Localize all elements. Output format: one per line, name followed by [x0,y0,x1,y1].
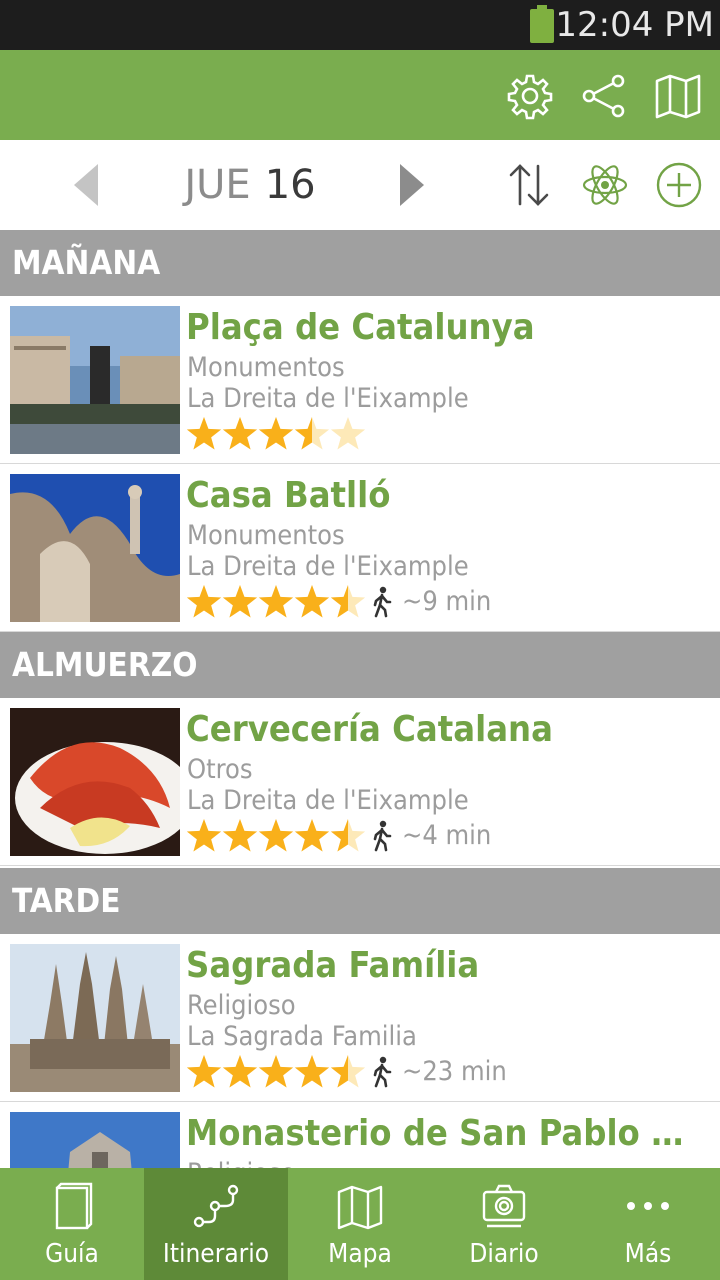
star-filled-icon [222,585,258,618]
star-filled-icon [258,585,294,618]
action-bar [0,50,720,140]
star-empty-icon [330,417,366,450]
share-icon[interactable] [580,72,628,120]
nav-label: Guía [45,1239,99,1269]
map-icon [337,1185,383,1230]
place-category: Religioso [187,990,296,1021]
more-icon [627,1202,669,1210]
star-filled-icon [186,1055,222,1088]
section-header: TARDE [0,868,720,934]
place-title: Monasterio de San Pablo del... [186,1113,706,1154]
section-header: ALMUERZO [0,632,720,698]
date-day: 16 [264,162,316,208]
place-title: Plaça de Catalunya [186,307,535,348]
nav-itinerario[interactable]: Itinerario [144,1168,288,1280]
place-category: Monumentos [187,520,345,551]
status-time: 12:04 PM [555,5,714,45]
chevron-left-icon[interactable] [72,164,102,206]
place-photo [10,474,180,622]
place-category: Monumentos [187,352,345,383]
star-filled-icon [186,417,222,450]
map-icon[interactable] [654,72,702,120]
date-navigation: JUE 16 [0,140,720,230]
rating-stars [186,417,366,450]
star-filled-icon [294,585,330,618]
place-area: La Dreita de l'Eixample [187,383,469,414]
sort-icon[interactable] [504,160,554,210]
star-filled-icon [258,1055,294,1088]
place-area: La Dreita de l'Eixample [187,785,469,816]
atom-icon[interactable] [580,160,630,210]
section-title: ALMUERZO [12,645,198,684]
star-filled-icon [222,417,258,450]
walk-time: ~4 min [402,820,492,851]
rating-stars [186,585,366,618]
star-filled-icon [258,417,294,450]
place-area: La Dreita de l'Eixample [187,551,469,582]
list-item[interactable]: Plaça de Catalunya Monumentos La Dreita … [0,296,720,464]
status-bar: 12:04 PM [0,0,720,50]
star-filled-icon [294,1055,330,1088]
battery-icon [530,5,554,43]
nav-mapa[interactable]: Mapa [288,1168,432,1280]
section-title: TARDE [12,881,121,920]
gear-icon[interactable] [506,72,554,120]
route-icon [193,1184,239,1228]
chevron-right-icon[interactable] [396,164,426,206]
date-label: JUE 16 [140,156,360,214]
section-header: MAÑANA [0,230,720,296]
section-title: MAÑANA [12,243,161,282]
nav-diario[interactable]: Diario [432,1168,576,1280]
place-category: Otros [187,754,253,785]
rating-stars [186,1055,366,1088]
list-item[interactable]: Cervecería Catalana Otros La Dreita de l… [0,698,720,866]
nav-mas[interactable]: Más [576,1168,720,1280]
bottom-navigation: Guía Itinerario Mapa Diario Más [0,1168,720,1280]
walking-icon [373,1056,392,1088]
rating-stars [186,819,366,852]
book-icon [55,1182,93,1230]
nav-guia[interactable]: Guía [0,1168,144,1280]
date-weekday: JUE [184,162,251,208]
place-title: Sagrada Família [186,945,480,986]
place-photo [10,944,180,1092]
place-title: Casa Batlló [186,475,391,516]
list-item[interactable]: Sagrada Família Religioso La Sagrada Fam… [0,934,720,1102]
nav-label: Itinerario [162,1239,270,1269]
camera-icon [482,1184,526,1228]
star-filled-icon [222,819,258,852]
star-filled-icon [294,819,330,852]
walking-icon [373,586,392,618]
place-photo [10,708,180,856]
walk-time: ~23 min [402,1056,507,1087]
list-item[interactable]: Casa Batlló Monumentos La Dreita de l'Ei… [0,464,720,632]
star-filled-icon [258,819,294,852]
place-photo [10,306,180,454]
place-title: Cervecería Catalana [186,709,553,750]
nav-label: Mapa [328,1239,392,1269]
walk-time: ~9 min [402,586,492,617]
place-area: La Sagrada Familia [187,1021,417,1052]
star-filled-icon [222,1055,258,1088]
star-filled-icon [186,585,222,618]
nav-label: Diario [469,1239,539,1269]
walking-icon [373,820,392,852]
star-filled-icon [186,819,222,852]
nav-label: Más [624,1239,672,1269]
add-icon[interactable] [654,160,704,210]
